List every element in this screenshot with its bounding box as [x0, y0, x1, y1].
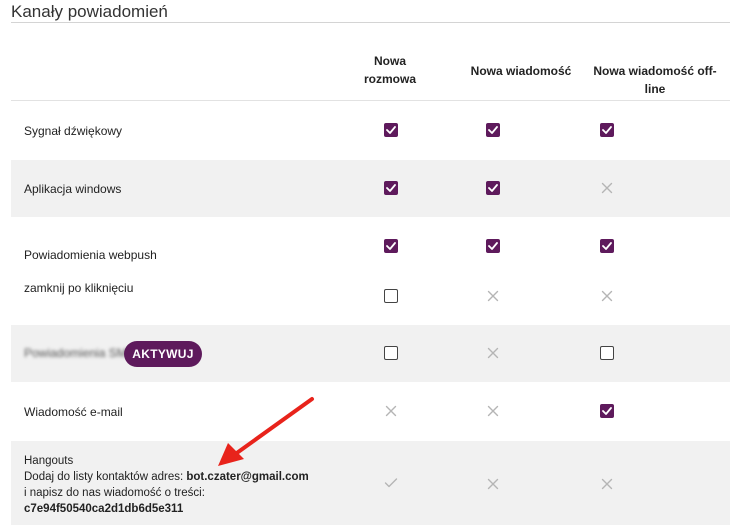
- cell-webpush-col1[interactable]: [384, 239, 398, 253]
- annotation-arrow-icon: [218, 397, 314, 466]
- cell-email-col3[interactable]: [600, 404, 614, 418]
- checkbox-checked-icon[interactable]: [384, 181, 398, 195]
- cell-sound-col1[interactable]: [384, 123, 398, 137]
- cell-sound-col3[interactable]: [600, 123, 614, 137]
- checkbox-checked-icon[interactable]: [600, 239, 614, 253]
- hangouts-instruction-line2: i napisz do nas wiadomość o treści:: [24, 487, 205, 499]
- x-icon: [600, 477, 614, 491]
- row-label-email: Wiadomość e-mail: [24, 405, 123, 419]
- hangouts-instruction-line1: Dodaj do listy kontaktów adres: bot.czat…: [24, 471, 309, 483]
- x-icon: [384, 404, 398, 418]
- checkbox-unchecked-icon[interactable]: [384, 289, 398, 303]
- cell-email-col1: [384, 404, 398, 418]
- checkbox-unchecked-icon[interactable]: [384, 346, 398, 360]
- hangouts-code: c7e94f50540ca2d1db6d5e311: [24, 503, 184, 515]
- cell-close-on-click-col1[interactable]: [384, 289, 398, 303]
- x-icon: [600, 181, 614, 195]
- checkbox-checked-icon[interactable]: [600, 404, 614, 418]
- cell-windows-col3: [600, 181, 614, 195]
- cell-sms-col2: [486, 346, 500, 360]
- checkbox-checked-icon[interactable]: [384, 123, 398, 137]
- cell-close-on-click-col3: [600, 289, 614, 303]
- checkbox-checked-icon[interactable]: [600, 123, 614, 137]
- row-label-close-on-click: zamknij po kliknięciu: [24, 281, 134, 295]
- cell-close-on-click-col2: [486, 289, 500, 303]
- column-header-new-conversation: Nowa rozmowa: [363, 54, 416, 86]
- cell-email-col2: [486, 404, 500, 418]
- x-icon: [486, 346, 500, 360]
- checkbox-checked-icon[interactable]: [486, 123, 500, 137]
- cell-sound-col2[interactable]: [486, 123, 500, 137]
- cell-webpush-col3[interactable]: [600, 239, 614, 253]
- x-icon: [486, 404, 500, 418]
- row-label-sound: Sygnał dźwiękowy: [24, 124, 123, 138]
- cell-hangouts-col2: [486, 477, 500, 491]
- header-divider: [11, 100, 730, 101]
- x-icon: [600, 289, 614, 303]
- row-label-sms: Powiadomienia SMS: [24, 346, 135, 360]
- cell-windows-col1[interactable]: [384, 181, 398, 195]
- column-header-new-message-offline: Nowa wiadomość off-line: [593, 64, 717, 96]
- checkbox-checked-icon[interactable]: [384, 239, 398, 253]
- row-label-webpush: Powiadomienia webpush: [24, 248, 157, 262]
- cell-hangouts-col1: [384, 477, 398, 491]
- x-icon: [486, 289, 500, 303]
- section-title: Kanały powiadomień: [11, 2, 168, 21]
- check-mark-icon: [384, 477, 398, 489]
- cell-sms-col3[interactable]: [600, 346, 614, 360]
- title-divider: [11, 22, 730, 23]
- checkbox-unchecked-icon[interactable]: [600, 346, 614, 360]
- hangouts-address: bot.czater@gmail.com: [186, 471, 309, 483]
- cell-webpush-col2[interactable]: [486, 239, 500, 253]
- row-label-windows: Aplikacja windows: [24, 182, 122, 196]
- checkbox-checked-icon[interactable]: [486, 239, 500, 253]
- cell-hangouts-col3: [600, 477, 614, 491]
- x-icon: [486, 477, 500, 491]
- column-header-new-message: Nowa wiadomość: [470, 64, 572, 78]
- activate-sms-button[interactable]: AKTYWUJ: [124, 341, 202, 367]
- cell-windows-col2[interactable]: [486, 181, 500, 195]
- cell-sms-col1[interactable]: [384, 346, 398, 360]
- checkbox-checked-icon[interactable]: [486, 181, 500, 195]
